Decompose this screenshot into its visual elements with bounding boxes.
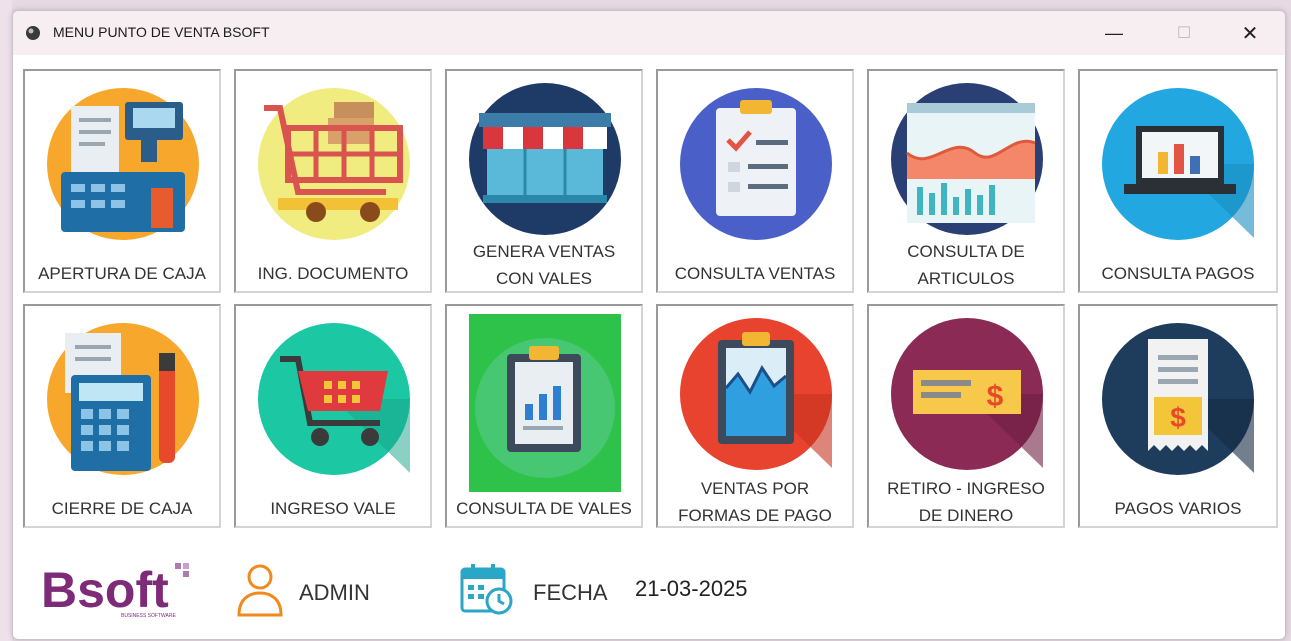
window-title: MENU PUNTO DE VENTA BSOFT — [53, 24, 270, 40]
calculator-icon — [47, 323, 199, 475]
cash-register-icon — [47, 88, 199, 240]
tile-label: CONSULTA PAGOS — [1101, 264, 1255, 283]
bsoft-logo: Bsoft BUSINESS SOFTWARE — [41, 562, 189, 619]
tile-label-line1: GENERA VENTAS — [472, 242, 616, 261]
svg-text:$: $ — [1170, 402, 1186, 433]
tile-label: CIERRE DE CAJA — [51, 499, 193, 518]
tile-apertura-de-caja[interactable]: APERTURA DE CAJA — [23, 69, 221, 293]
pos-menu-window: MENU PUNTO DE VENTA BSOFT — ☐ ✕ APERTURA… — [12, 10, 1286, 640]
tile-label: CONSULTA VENTAS — [674, 264, 836, 283]
receipt-dollar-icon: $ — [1102, 323, 1254, 475]
tile-ventas-por-formas-de-pago[interactable]: VENTAS POR FORMAS DE PAGO — [656, 304, 854, 528]
analytics-chart-icon — [891, 83, 1043, 235]
cart-icon — [258, 323, 410, 475]
minimize-button[interactable]: — — [1083, 11, 1145, 55]
svg-text:$: $ — [987, 380, 1004, 413]
shopping-cart-icon — [258, 88, 410, 240]
tile-consulta-de-vales[interactable]: CONSULTA DE VALES — [445, 304, 643, 528]
tile-ing-documento[interactable]: ING. DOCUMENTO — [234, 69, 432, 293]
check-money-icon: $ — [891, 318, 1043, 470]
tile-label-line2: FORMAS DE PAGO — [678, 506, 832, 525]
status-footer: Bsoft BUSINESS SOFTWARE ADMIN FECHA 21-0… — [13, 531, 1285, 639]
maximize-button[interactable]: ☐ — [1153, 11, 1215, 55]
tile-pagos-varios[interactable]: $ PAGOS VARIOS — [1078, 304, 1278, 528]
desktop-background — [0, 0, 12, 641]
laptop-chart-icon — [1102, 88, 1254, 240]
storefront-icon — [469, 83, 621, 235]
tile-consulta-ventas[interactable]: CONSULTA VENTAS — [656, 69, 854, 293]
fecha-value: 21-03-2025 — [635, 576, 748, 601]
user-name: ADMIN — [299, 580, 370, 605]
chart-clipboard-icon — [680, 318, 832, 470]
tile-label: PAGOS VARIOS — [1114, 499, 1242, 518]
tile-label-line1: RETIRO - INGRESO — [887, 479, 1045, 498]
calendar-clock-icon — [460, 564, 513, 615]
report-clipboard-icon — [475, 338, 615, 478]
title-bar[interactable]: MENU PUNTO DE VENTA BSOFT — ☐ ✕ — [13, 11, 1285, 55]
tile-label-line2: CON VALES — [495, 269, 593, 288]
clipboard-checklist-icon — [680, 88, 832, 240]
tile-label: ING. DOCUMENTO — [257, 264, 409, 283]
tile-retiro-ingreso-de-dinero[interactable]: $ RETIRO - INGRESO DE DINERO — [867, 304, 1065, 528]
tile-cierre-de-caja[interactable]: CIERRE DE CAJA — [23, 304, 221, 528]
tile-label-line2: ARTICULOS — [917, 269, 1015, 288]
close-button[interactable]: ✕ — [1219, 11, 1281, 55]
svg-text:BUSINESS SOFTWARE: BUSINESS SOFTWARE — [121, 613, 176, 619]
tile-genera-ventas-con-vales[interactable]: GENERA VENTAS CON VALES — [445, 69, 643, 293]
tile-label-line2: DE DINERO — [918, 506, 1014, 525]
tile-label-line1: VENTAS POR — [700, 479, 810, 498]
app-icon — [26, 26, 40, 40]
tile-label: APERTURA DE CAJA — [38, 264, 206, 283]
fecha-label: FECHA — [533, 580, 608, 605]
svg-text:Bsoft: Bsoft — [41, 562, 169, 618]
user-icon — [237, 564, 283, 617]
tile-label-line1: CONSULTA DE — [907, 242, 1025, 261]
tile-consulta-de-articulos[interactable]: CONSULTA DE ARTICULOS — [867, 69, 1065, 293]
tile-label: INGRESO VALE — [270, 499, 396, 518]
tile-consulta-pagos[interactable]: CONSULTA PAGOS — [1078, 69, 1278, 293]
tile-label: CONSULTA DE VALES — [456, 499, 632, 518]
tile-ingreso-vale[interactable]: INGRESO VALE — [234, 304, 432, 528]
